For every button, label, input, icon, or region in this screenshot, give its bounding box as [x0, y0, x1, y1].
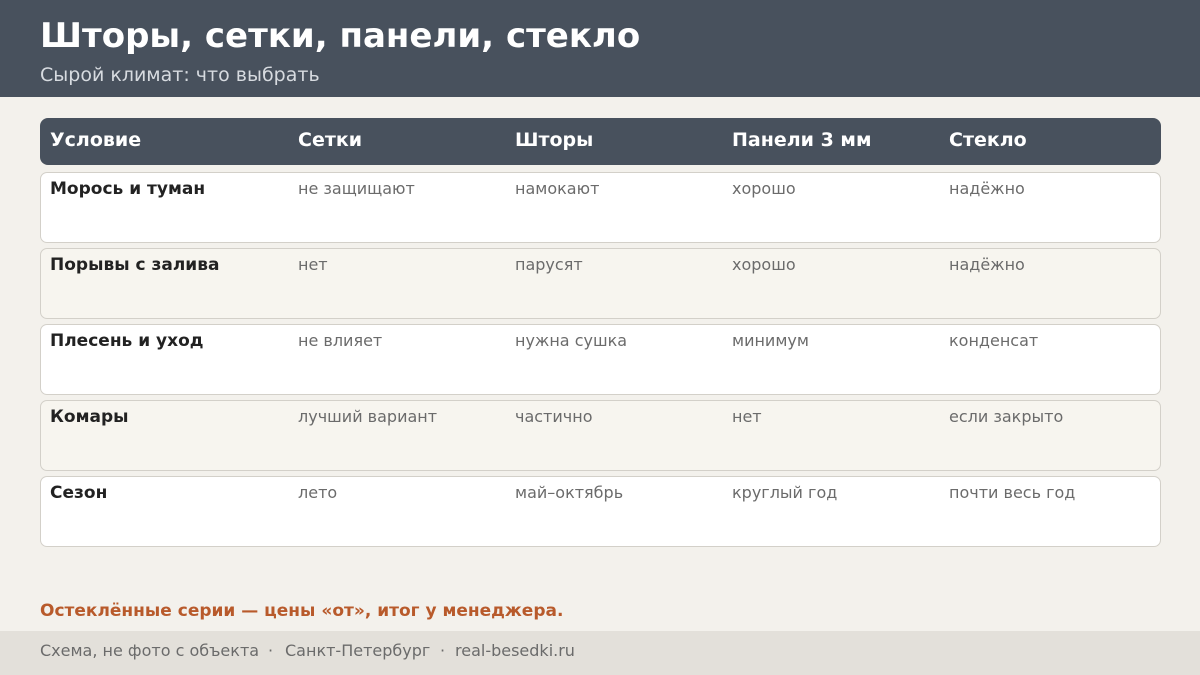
table-header: Условие Сетки Шторы Панели 3 мм Стекло [40, 118, 1161, 165]
price-note: Остеклённые серии — цены «от», итог у ме… [40, 601, 564, 621]
table-row: Порывы с залива нет парусят хорошо надёж… [40, 248, 1161, 319]
column-header-panels: Панели 3 мм [732, 129, 872, 151]
row-condition: Порывы с залива [50, 255, 220, 275]
page-title: Шторы, сетки, панели, стекло [40, 16, 641, 56]
column-header-curtains: Шторы [515, 129, 594, 151]
cell-panels: круглый год [732, 483, 838, 502]
page-header: Шторы, сетки, панели, стекло Сырой клима… [0, 0, 1200, 97]
cell-panels: нет [732, 407, 762, 426]
footer-site-link[interactable]: real-besedki.ru [455, 631, 575, 671]
column-header-condition: Условие [50, 129, 142, 151]
cell-panels: минимум [732, 331, 809, 350]
cell-glass: надёжно [949, 255, 1025, 274]
table-row: Комары лучший вариант частично нет если … [40, 400, 1161, 471]
cell-glass: конденсат [949, 331, 1039, 350]
table-row: Сезон лето май–октябрь круглый год почти… [40, 476, 1161, 547]
cell-curtains: частично [515, 407, 593, 426]
cell-glass: почти весь год [949, 483, 1076, 502]
cell-panels: хорошо [732, 255, 796, 274]
cell-nets: нет [298, 255, 328, 274]
cell-glass: надёжно [949, 179, 1025, 198]
footer-disclaimer: Схема, не фото с объекта [40, 641, 260, 660]
cell-glass: если закрыто [949, 407, 1064, 426]
row-condition: Сезон [50, 483, 108, 503]
cell-curtains: май–октябрь [515, 483, 624, 502]
page-footer: Схема, не фото с объекта · Санкт-Петербу… [0, 631, 1200, 675]
cell-nets: лето [298, 483, 338, 502]
table-row: Морось и туман не защищают намокают хоро… [40, 172, 1161, 243]
row-condition: Морось и туман [50, 179, 206, 199]
cell-curtains: нужна сушка [515, 331, 628, 350]
cell-panels: хорошо [732, 179, 796, 198]
cell-nets: не влияет [298, 331, 383, 350]
column-header-nets: Сетки [298, 129, 363, 151]
page-subtitle: Сырой климат: что выбрать [40, 64, 320, 86]
cell-curtains: парусят [515, 255, 583, 274]
row-condition: Комары [50, 407, 129, 427]
cell-curtains: намокают [515, 179, 600, 198]
cell-nets: не защищают [298, 179, 415, 198]
footer-separator: · [268, 641, 274, 660]
footer-separator: · [440, 641, 446, 660]
cell-nets: лучший вариант [298, 407, 438, 426]
table-row: Плесень и уход не влияет нужна сушка мин… [40, 324, 1161, 395]
footer-city: Санкт-Петербург [285, 641, 431, 660]
column-header-glass: Стекло [949, 129, 1027, 151]
row-condition: Плесень и уход [50, 331, 204, 351]
